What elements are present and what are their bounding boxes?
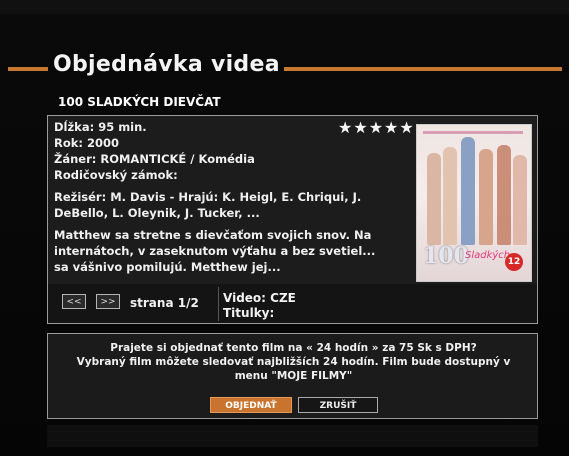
age-rating-badge: 12 [505,253,523,271]
prev-page-button[interactable]: << [62,294,86,309]
title-rule-left [8,67,48,71]
pagination-divider [218,287,219,321]
confirm-line-2: Vybraný film môžete sledovať najbližších… [76,356,511,368]
order-confirm-text: Prajete si objednať tento film na « 24 h… [60,341,527,383]
synopsis-line-3: sa vášnivo pomilujú. Metthew jej... [54,260,281,274]
next-page-button[interactable]: >> [96,294,120,309]
confirm-line-1: Prajete si objednať tento film na « 24 h… [110,342,477,354]
year-label: Rok: 2000 [54,136,120,150]
poster-logo-number: 100 [423,243,469,269]
poster-figure [479,149,493,245]
poster-figure [513,155,527,245]
parental-lock-label: Rodičovský zámok: [54,168,178,182]
title-rule-right [284,67,562,71]
poster-figure [427,153,441,245]
video-meta: Video: CZE Titulky: [223,291,296,321]
confirm-line-3: menu "MOJE FILMY" [234,370,353,382]
subtitles-label: Titulky: [223,306,275,320]
page-indicator: strana 1/2 [130,296,199,310]
bottom-strip [47,425,538,447]
top-bar [0,0,569,14]
order-button[interactable]: OBJEDNAŤ [210,397,292,413]
credits-line-1: Režisér: M. Davis - Hrajú: K. Heigl, E. … [54,190,362,204]
poster-credits-strip [423,131,523,134]
length-label: Dĺžka: 95 min. [54,120,147,134]
movie-poster: 100 Sladkých 12 [416,124,532,282]
poster-figure [443,147,457,245]
movie-details: Dĺžka: 95 min. Rok: 2000 Žáner: ROMANTIC… [54,119,404,275]
cancel-button[interactable]: ZRUŠIŤ [298,397,378,413]
poster-logo-script: Sladkých [465,250,511,261]
poster-figure [497,145,511,245]
synopsis-line-1: Matthew sa stretne s dievčaťom svojich s… [54,228,372,242]
page-title: Objednávka videa [53,52,280,77]
credits-line-2: DeBello, L. Oleynik, J. Tucker, ... [54,206,260,220]
video-language: Video: CZE [223,291,296,305]
movie-title: 100 SLADKÝCH DIEVČAT [58,95,221,109]
genre-label: Žáner: ROMANTICKÉ / Komédia [54,152,255,166]
synopsis-line-2: internátoch, v zaseknutom výťahu a bez s… [54,244,376,258]
poster-figure [461,137,475,245]
